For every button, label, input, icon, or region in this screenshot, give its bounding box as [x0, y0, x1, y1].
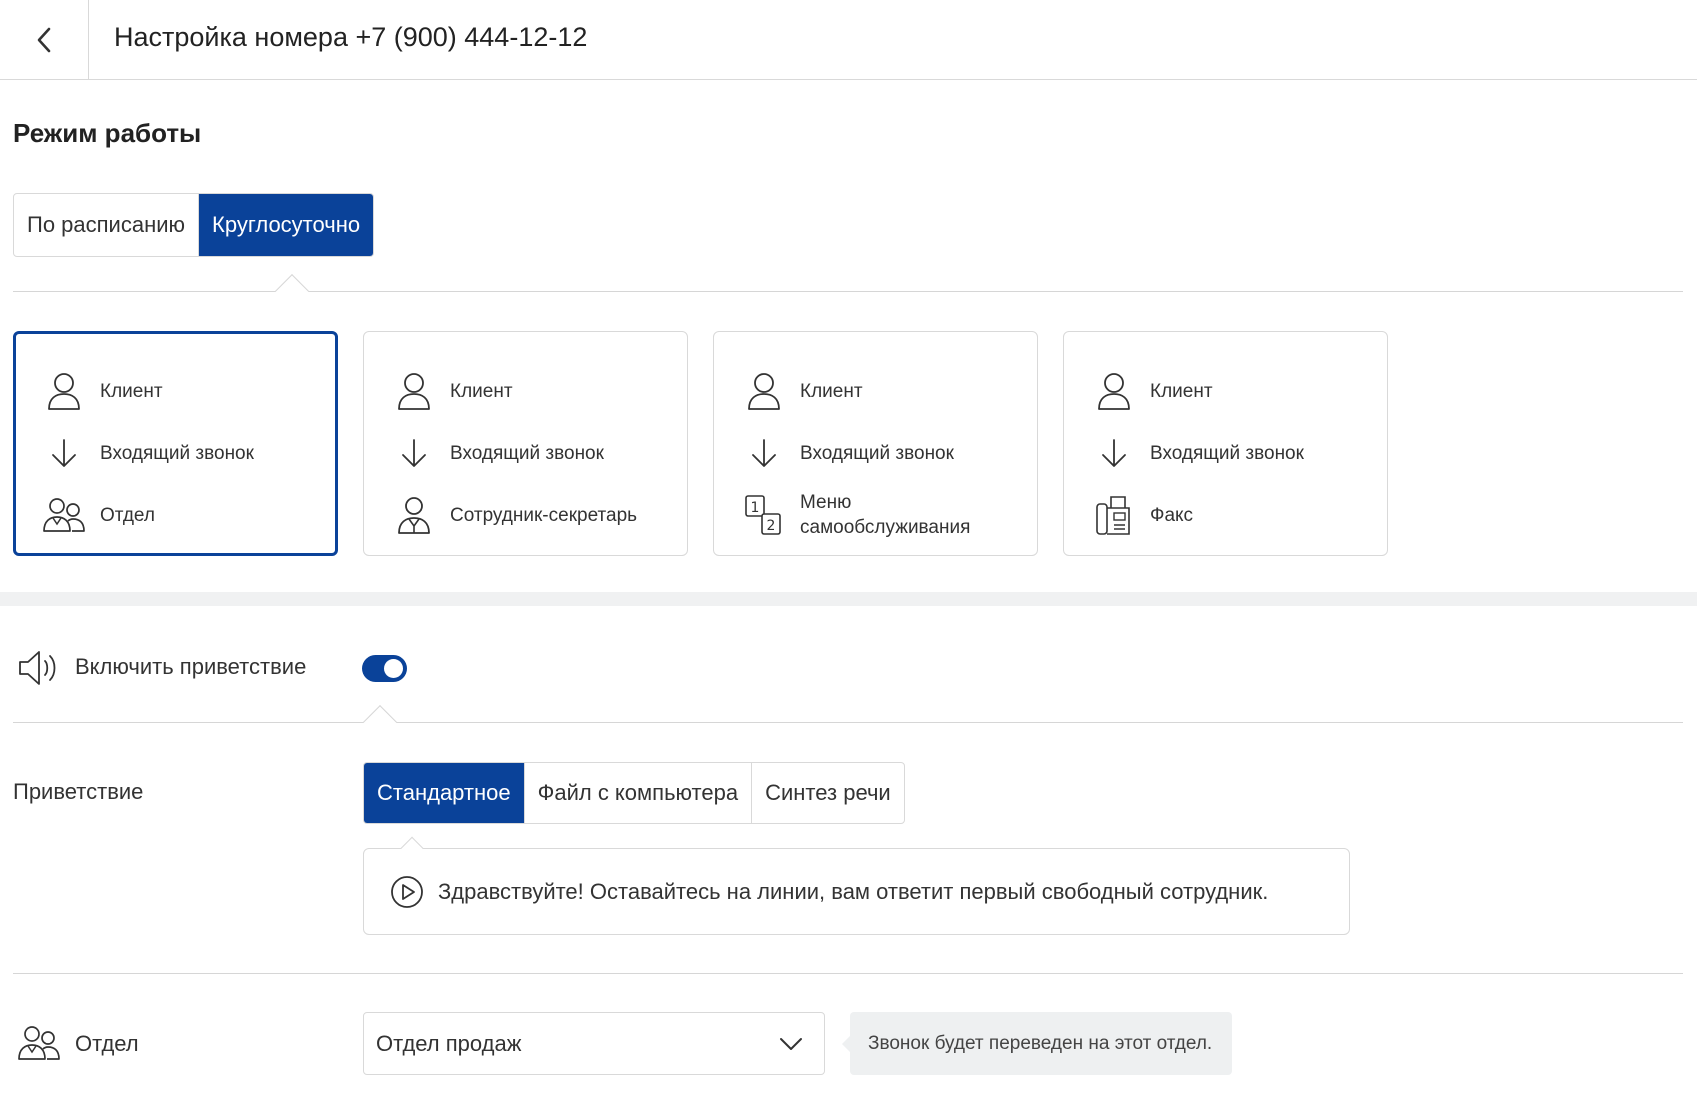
- card-row: Факс: [1092, 484, 1387, 546]
- card-row-label: Отдел: [100, 504, 155, 526]
- mode-section-title: Режим работы: [13, 118, 202, 148]
- card-row-label: Входящий звонок: [100, 442, 254, 464]
- card-row: 12 Меню самообслуживания: [742, 484, 1037, 546]
- svg-text:2: 2: [767, 518, 776, 534]
- user-icon: [392, 369, 436, 413]
- card-row-label: Клиент: [450, 380, 513, 402]
- mode-tabs: По расписанию Круглосуточно: [13, 193, 375, 257]
- card-row: Клиент: [42, 360, 335, 422]
- greeting-divider: [13, 705, 1683, 739]
- greeting-tabs: Стандартное Файл с компьютера Синтез реч…: [363, 762, 905, 824]
- department-hint: Звонок будет переведен на этот отдел.: [842, 1012, 1232, 1075]
- card-row-label: Входящий звонок: [800, 442, 954, 464]
- scenario-cards: Клиент Входящий звонок Отдел Клиент Вход…: [13, 331, 1388, 556]
- card-row: Клиент: [1092, 360, 1387, 422]
- greeting-toggle[interactable]: [362, 655, 407, 682]
- chevron-left-icon: [37, 27, 51, 53]
- arrow-down-icon: [392, 431, 436, 475]
- department-select[interactable]: Отдел продаж: [363, 1012, 825, 1075]
- card-row: Сотрудник-секретарь: [392, 484, 687, 546]
- card-row-label: Клиент: [100, 380, 163, 402]
- greeting-text: Здравствуйте! Оставайтесь на линии, вам …: [438, 878, 1269, 904]
- toggle-knob: [384, 659, 403, 678]
- header-bar: Настройка номера +7 (900) 444-12-12: [0, 0, 1697, 80]
- mode-divider: [13, 274, 1683, 308]
- tab-schedule[interactable]: По расписанию: [14, 194, 200, 256]
- svg-text:1: 1: [751, 500, 760, 516]
- chevron-down-icon: [780, 1037, 802, 1050]
- play-icon[interactable]: [390, 875, 424, 909]
- card-row: Отдел: [42, 484, 335, 546]
- card-row: Входящий звонок: [392, 422, 687, 484]
- user-icon: [42, 369, 86, 413]
- department-divider: [13, 973, 1683, 974]
- card-row-label: Меню самообслуживания: [800, 492, 971, 538]
- scenario-card-secretary[interactable]: Клиент Входящий звонок Сотрудник-секрета…: [363, 331, 688, 556]
- group-icon: [42, 493, 86, 537]
- card-row-label: Сотрудник-секретарь: [450, 504, 638, 526]
- fax-icon: [1092, 493, 1136, 537]
- menu-12-icon: 12: [742, 493, 786, 537]
- greeting-label: Приветствие: [13, 779, 144, 804]
- card-row-label: Входящий звонок: [450, 442, 604, 464]
- tab-speech-synthesis[interactable]: Синтез речи: [752, 763, 904, 823]
- user-icon: [1092, 369, 1136, 413]
- tab-round-the-clock[interactable]: Круглосуточно: [199, 194, 374, 256]
- arrow-down-icon: [42, 431, 86, 475]
- secretary-icon: [392, 493, 436, 537]
- card-row: Входящий звонок: [742, 422, 1037, 484]
- speaker-icon: [19, 651, 56, 685]
- group-icon: [18, 1026, 60, 1060]
- card-row-label: Факс: [1150, 504, 1194, 526]
- tab-file-from-computer[interactable]: Файл с компьютера: [525, 763, 753, 823]
- tab-standard[interactable]: Стандартное: [364, 763, 525, 823]
- card-row-label: Входящий звонок: [1150, 442, 1304, 464]
- scenario-card-ivr-menu[interactable]: Клиент Входящий звонок 12 Меню самообслу…: [713, 331, 1038, 556]
- arrow-down-icon: [742, 431, 786, 475]
- greeting-toggle-label: Включить приветствие: [75, 654, 307, 679]
- user-icon: [742, 369, 786, 413]
- page-title: Настройка номера +7 (900) 444-12-12: [114, 22, 588, 52]
- arrow-down-icon: [1092, 431, 1136, 475]
- scenario-card-department[interactable]: Клиент Входящий звонок Отдел: [13, 331, 338, 556]
- card-row-label: Клиент: [800, 380, 863, 402]
- card-row-label: Клиент: [1150, 380, 1213, 402]
- greeting-preview: Здравствуйте! Оставайтесь на линии, вам …: [363, 836, 1350, 935]
- card-row: Входящий звонок: [42, 422, 335, 484]
- department-label: Отдел: [75, 1031, 139, 1056]
- scenario-card-fax[interactable]: Клиент Входящий звонок Факс: [1063, 331, 1388, 556]
- card-row: Входящий звонок: [1092, 422, 1387, 484]
- section-separator: [0, 592, 1697, 606]
- card-row: Клиент: [392, 360, 687, 422]
- department-select-value: Отдел продаж: [376, 1030, 522, 1056]
- card-row: Клиент: [742, 360, 1037, 422]
- back-button[interactable]: [0, 0, 89, 80]
